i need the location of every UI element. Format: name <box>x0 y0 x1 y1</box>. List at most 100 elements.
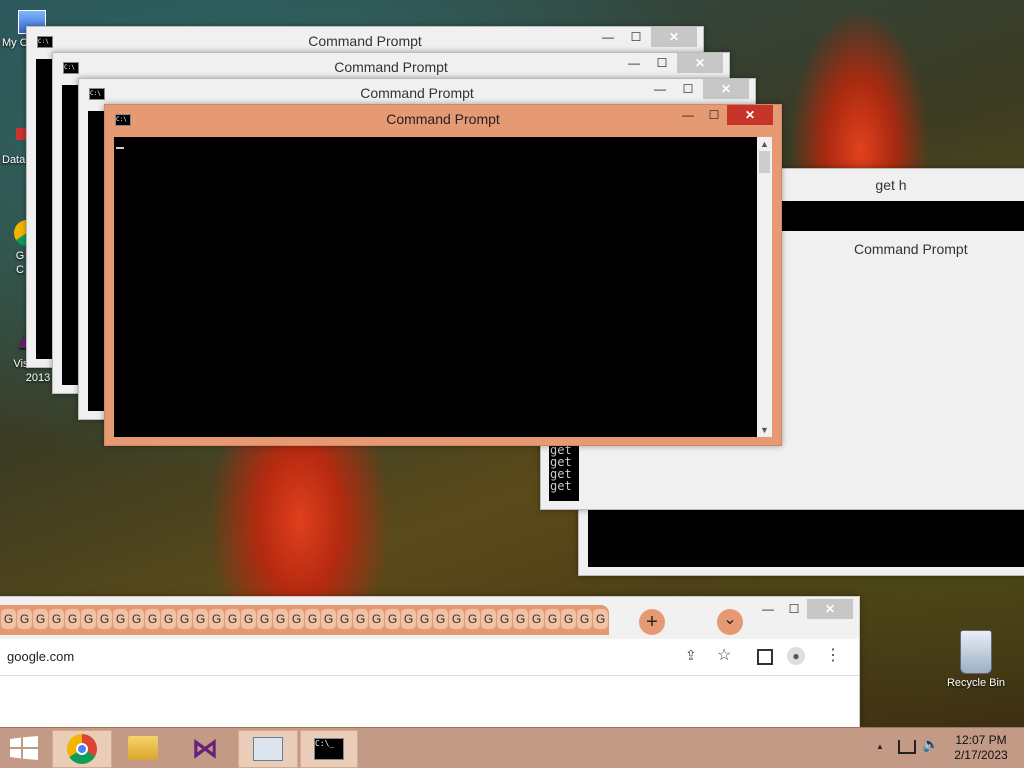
browser-tab[interactable]: G <box>81 609 96 629</box>
browser-tab[interactable]: G <box>273 609 288 629</box>
browser-tab[interactable]: G <box>113 609 128 629</box>
tab-strip[interactable]: GGGGGGGGGGGGGGGGGGGGGGGGGGGGGGGGGGGGGG <box>0 605 609 635</box>
windows-logo-icon <box>10 736 38 760</box>
browser-tab[interactable]: G <box>561 609 576 629</box>
maximize-button[interactable]: ☐ <box>675 79 701 99</box>
close-button[interactable]: ✕ <box>677 53 723 73</box>
side-panel-icon[interactable] <box>757 649 773 665</box>
browser-tab[interactable]: G <box>193 609 208 629</box>
network-icon[interactable] <box>898 740 916 754</box>
browser-tab[interactable]: G <box>161 609 176 629</box>
close-button[interactable]: ✕ <box>807 599 853 619</box>
browser-tab[interactable]: G <box>305 609 320 629</box>
new-tab-button[interactable]: + <box>639 609 665 635</box>
maximize-button[interactable]: ☐ <box>623 27 649 47</box>
close-button[interactable]: ✕ <box>703 79 749 99</box>
console-area[interactable] <box>62 85 78 385</box>
browser-tab[interactable]: G <box>385 609 400 629</box>
text-cursor <box>116 147 124 149</box>
title-bar[interactable]: C:\ Command Prompt — ☐ ✕ <box>27 27 703 53</box>
minimize-button[interactable]: — <box>621 53 647 73</box>
window-title: Command Prompt <box>854 241 968 257</box>
share-icon[interactable]: ⇪ <box>685 647 697 664</box>
minimize-button[interactable]: — <box>755 599 781 619</box>
browser-tab[interactable]: G <box>257 609 272 629</box>
minimize-button[interactable]: — <box>595 27 621 47</box>
browser-tab[interactable]: G <box>353 609 368 629</box>
browser-tab[interactable]: G <box>577 609 592 629</box>
browser-tab[interactable]: G <box>337 609 352 629</box>
console-area[interactable] <box>114 137 757 437</box>
browser-tab[interactable]: G <box>529 609 544 629</box>
console-area[interactable] <box>88 111 104 411</box>
taskbar-file-explorer[interactable] <box>114 730 172 766</box>
browser-tab[interactable]: G <box>481 609 496 629</box>
scroll-up-arrow-icon[interactable]: ▲ <box>757 137 772 151</box>
scroll-thumb[interactable] <box>759 151 770 173</box>
console-area[interactable] <box>36 59 52 359</box>
browser-tab[interactable]: G <box>545 609 560 629</box>
volume-icon[interactable]: 🔈 <box>922 736 939 753</box>
show-hidden-icons-icon[interactable]: ▲ <box>876 742 884 751</box>
title-bar[interactable]: C:\ Command Prompt — ☐ ✕ <box>79 79 755 105</box>
close-button[interactable]: ✕ <box>651 27 697 47</box>
cmd-icon: C:\_ <box>314 738 344 760</box>
monitor-icon <box>253 737 283 761</box>
desktop-icon-recycle-bin[interactable]: Recycle Bin <box>940 630 1012 689</box>
browser-tab[interactable]: G <box>593 609 608 629</box>
close-button[interactable]: ✕ <box>727 105 773 125</box>
browser-tab[interactable]: G <box>209 609 224 629</box>
menu-icon[interactable]: ⋮ <box>825 645 841 665</box>
maximize-button[interactable]: ☐ <box>649 53 675 73</box>
taskbar-visual-studio[interactable]: ⋈ <box>176 730 234 766</box>
toolbar: google.com ⇪ ☆ ● ⋮ <box>0 639 859 676</box>
browser-tab[interactable]: G <box>65 609 80 629</box>
browser-tab[interactable]: G <box>401 609 416 629</box>
browser-tab[interactable]: G <box>289 609 304 629</box>
browser-tab[interactable]: G <box>417 609 432 629</box>
title-bar[interactable]: C:\ Command Prompt — ☐ ✕ <box>105 105 781 131</box>
console-area[interactable] <box>781 201 1024 231</box>
profile-icon[interactable]: ● <box>787 647 805 665</box>
vertical-scrollbar[interactable]: ▲ ▼ <box>757 137 772 437</box>
browser-tab[interactable]: G <box>177 609 192 629</box>
scroll-down-arrow-icon[interactable]: ▼ <box>757 423 772 437</box>
clock[interactable]: 12:07 PM 2/17/2023 <box>946 733 1016 763</box>
browser-tab[interactable]: G <box>241 609 256 629</box>
browser-tab[interactable]: G <box>433 609 448 629</box>
browser-tab[interactable]: G <box>513 609 528 629</box>
minimize-button[interactable]: — <box>647 79 673 99</box>
browser-tab[interactable]: G <box>1 609 16 629</box>
tab-list[interactable]: GGGGGGGGGGGGGGGGGGGGGGGGGGGGGGGGGGGGGG <box>1 609 609 629</box>
maximize-button[interactable]: ☐ <box>701 105 727 125</box>
title-bar[interactable]: C:\ Command Prompt — ☐ ✕ <box>53 53 729 79</box>
tab-search-button[interactable]: ⌄ <box>717 609 743 635</box>
taskbar-chrome[interactable] <box>52 730 112 768</box>
browser-tab[interactable]: G <box>129 609 144 629</box>
browser-tab[interactable]: G <box>225 609 240 629</box>
maximize-button[interactable]: ☐ <box>781 599 807 619</box>
taskbar-command-prompt[interactable]: C:\_ <box>300 730 358 768</box>
browser-tab[interactable]: G <box>497 609 512 629</box>
browser-tab[interactable]: G <box>449 609 464 629</box>
chrome-window[interactable]: GGGGGGGGGGGGGGGGGGGGGGGGGGGGGGGGGGGGGG +… <box>0 596 860 732</box>
browser-tab[interactable]: G <box>145 609 160 629</box>
browser-tab[interactable]: G <box>17 609 32 629</box>
taskbar-resource-monitor[interactable] <box>238 730 298 768</box>
desktop-icon-label: Recycle Bin <box>946 677 1006 689</box>
cmd-window-right-title-overlay[interactable]: Command Prompt <box>778 234 1024 264</box>
minimize-button[interactable]: — <box>675 105 701 125</box>
cmd-window-active[interactable]: C:\ Command Prompt — ☐ ✕ ▲ ▼ <box>104 104 782 446</box>
browser-tab[interactable]: G <box>33 609 48 629</box>
browser-tab[interactable]: G <box>465 609 480 629</box>
recycle-bin-icon <box>960 630 992 674</box>
page-content[interactable] <box>0 676 859 731</box>
folder-icon <box>128 736 158 760</box>
start-button[interactable] <box>6 734 42 762</box>
browser-tab[interactable]: G <box>49 609 64 629</box>
browser-tab[interactable]: G <box>97 609 112 629</box>
browser-tab[interactable]: G <box>369 609 384 629</box>
address-bar[interactable]: google.com <box>7 649 74 664</box>
browser-tab[interactable]: G <box>321 609 336 629</box>
bookmark-star-icon[interactable]: ☆ <box>717 645 731 665</box>
